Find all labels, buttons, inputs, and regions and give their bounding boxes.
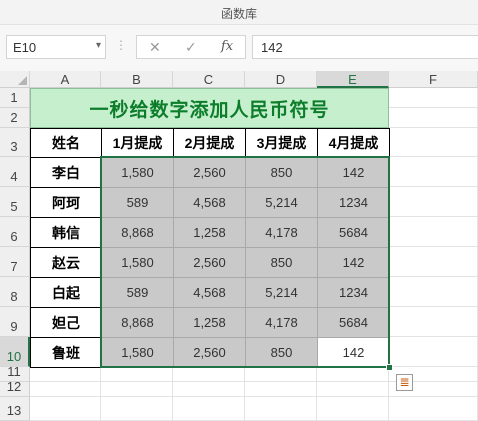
row-header-6[interactable]: 6 (0, 217, 30, 247)
table-value-cell[interactable]: 1234 (317, 187, 390, 218)
table-value-cell[interactable]: 1,258 (173, 307, 246, 338)
insert-function-icon[interactable]: fx (221, 39, 233, 54)
row-number: 10 (6, 349, 22, 364)
chevron-down-icon[interactable]: ▾ (96, 40, 101, 51)
table-value-cell[interactable]: 1,580 (101, 157, 174, 188)
row-number: 2 (10, 110, 18, 125)
table-value-cell[interactable]: 142 (317, 247, 390, 278)
table-value-cell[interactable]: 1234 (317, 277, 390, 308)
row-header-5[interactable]: 5 (0, 187, 30, 217)
table-value-cell[interactable]: 1,580 (101, 247, 174, 278)
table-value-cell[interactable]: 850 (245, 337, 318, 368)
table-value-cell[interactable]: 1,258 (173, 217, 246, 248)
row-header-7[interactable]: 7 (0, 247, 30, 277)
column-header-d[interactable]: D (245, 71, 317, 88)
table-value-cell[interactable]: 2,560 (173, 247, 246, 278)
table-value-cell[interactable]: 4,178 (245, 217, 318, 248)
table-value-cell[interactable]: 142 (317, 157, 390, 188)
confirm-icon[interactable]: ✓ (185, 39, 197, 56)
row-number: 3 (10, 139, 18, 154)
table-header-cell[interactable]: 姓名 (30, 128, 102, 158)
table-name-cell[interactable]: 白起 (30, 277, 102, 308)
row-header-12[interactable]: 12 (0, 379, 30, 397)
row-number: 9 (10, 319, 18, 334)
select-all-corner[interactable] (0, 71, 30, 88)
gridline (30, 396, 478, 397)
spreadsheet-grid: A B C D E F 1 2 3 4 5 6 7 8 9 10 11 12 13 一秒给数字添加人民币符号 姓名 1月提… (0, 71, 478, 421)
table-name-cell[interactable]: 妲己 (30, 307, 102, 338)
row-header-4[interactable]: 4 (0, 157, 30, 187)
select-all-icon (18, 76, 27, 85)
table-value-cell[interactable]: 2,560 (173, 337, 246, 368)
row-number: 12 (6, 379, 22, 394)
row-number: 6 (10, 229, 18, 244)
fill-handle[interactable] (386, 364, 393, 371)
row-header-8[interactable]: 8 (0, 277, 30, 307)
table-value-cell[interactable]: 8,868 (101, 217, 174, 248)
table-value-cell[interactable]: 850 (245, 247, 318, 278)
table-name-cell[interactable]: 鲁班 (30, 337, 102, 368)
drag-handle-icon[interactable]: ⋮ (115, 38, 127, 52)
table-value-cell[interactable]: 589 (101, 277, 174, 308)
formula-bar: E10 ▾ ⋮ ✕ ✓ fx 142 (0, 25, 478, 71)
table-header-cell[interactable]: 1月提成 (101, 128, 174, 158)
row-number: 7 (10, 259, 18, 274)
row-number: 5 (10, 199, 18, 214)
column-header-c[interactable]: C (173, 71, 245, 88)
table-value-cell[interactable]: 5,214 (245, 187, 318, 218)
table-value-cell[interactable]: 5684 (317, 217, 390, 248)
quick-analysis-icon[interactable]: ≣ (396, 374, 413, 391)
row-header-1[interactable]: 1 (0, 88, 30, 108)
column-header-b[interactable]: B (101, 71, 173, 88)
row-number: 4 (10, 169, 18, 184)
table-header-cell[interactable]: 3月提成 (245, 128, 318, 158)
row-header-2[interactable]: 2 (0, 108, 30, 128)
row-header-9[interactable]: 9 (0, 307, 30, 337)
row-number: 11 (7, 364, 21, 379)
table-value-cell[interactable]: 2,560 (173, 157, 246, 188)
row-header-3[interactable]: 3 (0, 128, 30, 157)
table-value-cell[interactable]: 4,178 (245, 307, 318, 338)
table-value-cell[interactable]: 1,580 (101, 337, 174, 368)
table-header-cell[interactable]: 2月提成 (173, 128, 246, 158)
table-value-cell[interactable]: 589 (101, 187, 174, 218)
formula-value: 142 (261, 40, 283, 55)
table-value-cell[interactable]: 4,568 (173, 277, 246, 308)
row-number: 1 (10, 90, 18, 105)
sheet-title[interactable]: 一秒给数字添加人民币符号 (30, 88, 389, 128)
table-value-cell[interactable]: 5,214 (245, 277, 318, 308)
row-number: 13 (6, 403, 22, 418)
table-header-cell[interactable]: 4月提成 (317, 128, 390, 158)
table-name-cell[interactable]: 李白 (30, 157, 102, 188)
cancel-icon[interactable]: ✕ (149, 39, 161, 56)
row-number: 8 (10, 289, 18, 304)
row-header-10[interactable]: 10 (0, 337, 30, 367)
column-header-a[interactable]: A (30, 71, 101, 88)
column-header-e[interactable]: E (317, 71, 389, 88)
table-name-cell[interactable]: 韩信 (30, 217, 102, 248)
table-value-cell[interactable]: 8,868 (101, 307, 174, 338)
table-name-cell[interactable]: 赵云 (30, 247, 102, 278)
name-box[interactable]: E10 ▾ (6, 35, 106, 59)
formula-buttons: ✕ ✓ fx (136, 35, 246, 59)
name-box-value: E10 (13, 40, 37, 55)
table-name-cell[interactable]: 阿珂 (30, 187, 102, 218)
formula-input[interactable]: 142 (252, 35, 478, 59)
title-bar: 函数库 (0, 0, 478, 25)
table-value-cell[interactable]: 4,568 (173, 187, 246, 218)
column-header-f[interactable]: F (389, 71, 478, 88)
active-cell[interactable]: 142 (317, 337, 390, 368)
table-value-cell[interactable]: 5684 (317, 307, 390, 338)
window-title: 函数库 (220, 7, 257, 21)
table-value-cell[interactable]: 850 (245, 157, 318, 188)
row-header-13[interactable]: 13 (0, 397, 30, 421)
